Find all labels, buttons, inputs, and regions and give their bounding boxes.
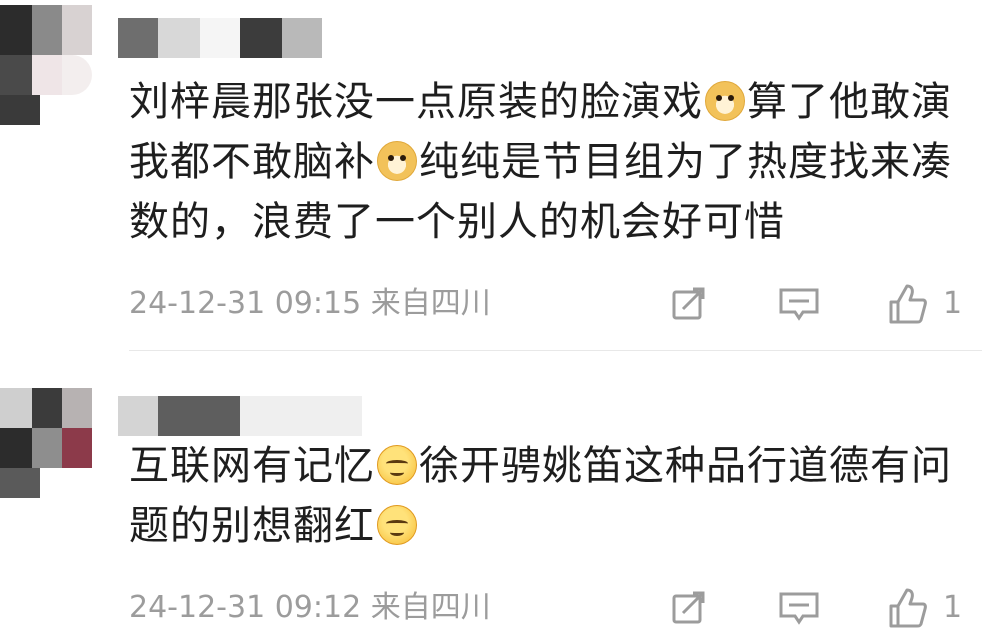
comment-text: 刘梓晨那张没一点原装的脸演戏 算了他敢演我都不敢脑补 纯纯是节目组为了热度找来凑数的… — [129, 72, 979, 252]
comment-item: 刘梓晨那张没一点原装的脸演戏 算了他敢演我都不敢脑补 纯纯是节目组为了热度找来凑数的… — [0, 0, 982, 350]
avatar[interactable] — [0, 388, 92, 508]
reply-button[interactable] — [777, 588, 821, 628]
avatar[interactable] — [0, 5, 92, 125]
like-count: 1 — [943, 286, 963, 321]
doge-emoji-icon — [705, 81, 745, 121]
divider — [129, 350, 982, 351]
thumbs-up-icon — [889, 284, 927, 324]
location: 来自四川 — [370, 590, 491, 625]
thumbs-up-icon — [889, 588, 927, 628]
share-icon — [672, 287, 705, 320]
timestamp-location: 24-12-31 09:12 来自四川 — [129, 588, 491, 628]
comment-icon — [779, 288, 819, 321]
like-count: 1 — [943, 590, 963, 625]
share-button[interactable] — [669, 284, 709, 324]
timestamp: 24-12-31 09:12 — [129, 590, 362, 625]
comment-item: 互联网有记忆 徐开骋姚笛这种品行道德有问题的别想翻红 24-12-31 09:12… — [0, 352, 982, 644]
comment-text: 互联网有记忆 徐开骋姚笛这种品行道德有问题的别想翻红 — [129, 436, 979, 556]
comment-text-segment: 刘梓晨那张没一点原装的脸演戏 — [129, 79, 703, 125]
reply-button[interactable] — [777, 284, 821, 324]
comment-text-segment: 互联网有记忆 — [129, 443, 375, 489]
comment-meta: 24-12-31 09:15 来自四川 1 — [129, 284, 979, 324]
share-icon — [672, 591, 705, 624]
timestamp: 24-12-31 09:15 — [129, 286, 362, 321]
comment-meta: 24-12-31 09:12 来自四川 1 — [129, 588, 979, 628]
location: 来自四川 — [370, 286, 491, 321]
doge-emoji-icon — [377, 141, 417, 181]
like-button[interactable]: 1 — [885, 284, 962, 324]
smug-emoji-icon — [377, 445, 417, 485]
like-button[interactable]: 1 — [885, 588, 962, 628]
smug-emoji-icon — [377, 505, 417, 545]
share-button[interactable] — [669, 588, 709, 628]
comment-icon — [779, 592, 819, 625]
timestamp-location: 24-12-31 09:15 来自四川 — [129, 284, 491, 324]
